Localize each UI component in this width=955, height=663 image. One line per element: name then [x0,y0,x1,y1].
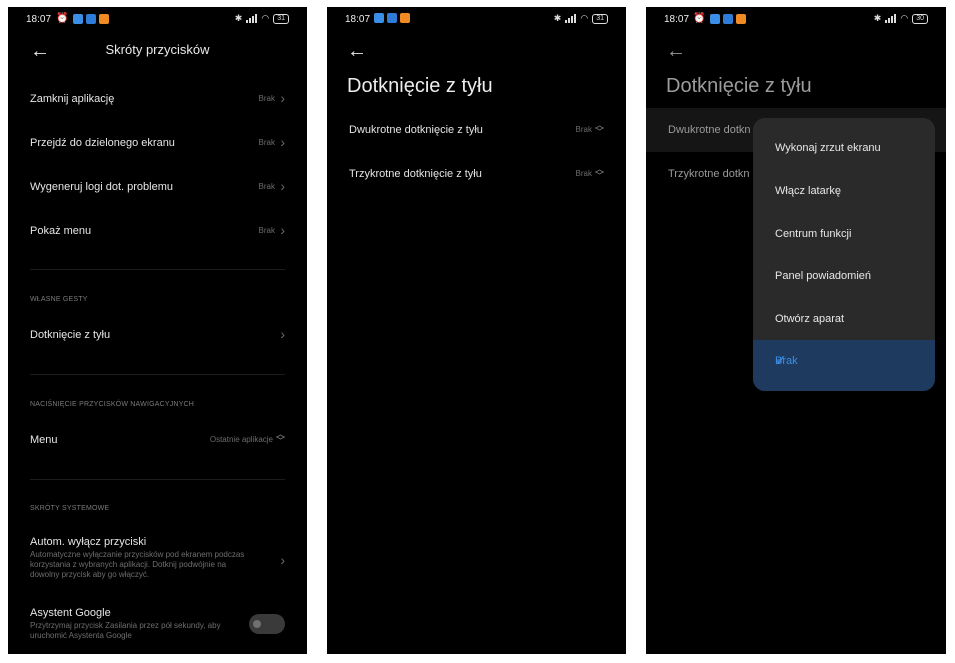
app-notification-icon [736,13,747,24]
page-title: Skróty przycisków [105,42,210,57]
row-value: Brak [575,169,592,178]
app-notification-icon [400,13,410,23]
wifi-icon: ◠ [580,13,589,23]
up-down-chevron-icon: ︿ ﹀ [275,429,285,446]
back-arrow-icon[interactable]: ← [666,40,686,63]
google-assistant-toggle[interactable] [249,614,285,634]
alarm-icon: ⏰ [56,13,69,24]
checkmark-icon: ✓ [775,352,787,368]
status-bar: 18:07 ⏰ ✱ ◠ 30 [646,7,946,33]
option-notification-panel[interactable]: Panel powiadomień [753,255,935,298]
row-value: Brak [258,226,275,235]
row-split-screen[interactable]: Przejdź do dzielonego ekranu Brak › [30,134,285,150]
chevron-right-icon: › [280,134,285,150]
row-label: Przejdź do dzielonego ekranu [30,137,175,149]
row-label: Zamknij aplikację [30,93,115,105]
row-description: Przytrzymaj przycisk Zasilania przez pół… [30,621,221,640]
system-icons: ✱ ◠ 31 [554,13,608,24]
page-title: Dotknięcie z tyłu [347,75,493,97]
bluetooth-icon: ✱ [234,13,243,23]
app-notification-icon [99,13,110,24]
row-show-menu[interactable]: Pokaż menu Brak › [30,222,285,238]
status-bar: 18:07 ⏰ ✱ ◠ 31 [8,7,307,33]
option-open-camera[interactable]: Otwórz aparat [753,298,935,341]
divider [30,479,285,480]
app-notification-icon [723,13,734,24]
row-back-tap[interactable]: Dotknięcie z tyłu › [30,326,285,342]
row-menu[interactable]: Menu Ostatnie aplikacje ︿ ﹀ [30,429,285,447]
option-control-center[interactable]: Centrum funkcji [753,213,935,256]
row-label: Dwukrotne dotkn [668,124,751,136]
divider [30,374,285,375]
phone-screen-button-shortcuts: 18:07 ⏰ ✱ ◠ 31 ← Skróty przycisków Zamkn… [8,7,307,654]
chevron-right-icon: › [280,552,285,568]
row-value: Brak [575,125,592,134]
option-flashlight[interactable]: Włącz latarkę [753,170,935,213]
section-header-system-shortcuts: SKRÓTY SYSTEMOWE [30,505,110,512]
row-value: Ostatnie aplikacje [209,435,273,444]
row-value: Brak [258,138,275,147]
chevron-right-icon: › [280,222,285,238]
row-description: Automatyczne wyłączanie przycisków pod e… [30,550,245,579]
battery-icon: 30 [912,13,928,24]
page-title: Dotknięcie z tyłu [666,75,812,97]
up-down-chevron-icon: ︿ ﹀ [594,164,604,181]
row-double-tap[interactable]: Dwukrotne dotknięcie z tyłu Brak ︿ ﹀ [349,120,604,137]
app-notification-icon [374,13,384,23]
phone-screen-back-tap-dropdown: 18:07 ⏰ ✱ ◠ 30 ← Dotknięcie z tyłu Dwukr… [646,7,946,654]
toggle-knob [253,620,261,628]
row-label: Dwukrotne dotknięcie z tyłu [349,124,483,136]
bluetooth-icon: ✱ [873,13,882,23]
row-label: Wygeneruj logi dot. problemu [30,181,173,193]
option-none-selected[interactable]: Brak ✓ [753,340,935,391]
section-header-gestures: WŁASNE GESTY [30,296,88,303]
notification-icons: ⏰ [693,13,747,24]
row-label: Trzykrotne dotkn [668,168,750,180]
row-title: Asystent Google [30,607,111,619]
app-notification-icon [387,13,397,23]
options-dropdown: Wykonaj zrzut ekranu Włącz latarkę Centr… [753,118,935,391]
app-notification-icon [86,13,97,24]
row-generate-logs[interactable]: Wygeneruj logi dot. problemu Brak › [30,178,285,194]
row-triple-tap[interactable]: Trzykrotne dotknięcie z tyłu Brak ︿ ﹀ [349,164,604,181]
row-label: Dotknięcie z tyłu [30,329,111,341]
battery-icon: 31 [273,13,289,24]
chevron-right-icon: › [280,178,285,194]
status-time: 18:07 [664,14,690,25]
phone-screen-back-tap: 18:07 ✱ ◠ 31 ← Dotknięcie z tyłu Dwukrot… [327,7,626,654]
row-title: Autom. wyłącz przyciski [30,536,147,548]
row-label: Pokaż menu [30,225,92,237]
notification-icons [374,13,410,23]
status-time: 18:07 [26,14,52,25]
row-value: Brak [258,94,275,103]
back-arrow-icon[interactable]: ← [347,40,367,63]
divider [30,269,285,270]
row-value: Brak [258,182,275,191]
wifi-icon: ◠ [900,13,909,23]
app-notification-icon [710,13,721,24]
option-screenshot[interactable]: Wykonaj zrzut ekranu [753,127,935,170]
row-label: Trzykrotne dotknięcie z tyłu [349,168,482,180]
notification-icons: ⏰ [56,13,110,24]
wifi-icon: ◠ [261,13,270,23]
chevron-right-icon: › [280,90,285,106]
chevron-right-icon: › [280,326,285,342]
status-time: 18:07 [345,14,371,25]
status-bar: 18:07 ✱ ◠ 31 [327,7,626,33]
bluetooth-icon: ✱ [553,13,562,23]
signal-icon [885,14,897,23]
row-label: Menu [30,434,58,446]
row-close-app[interactable]: Zamknij aplikację Brak › [30,90,285,106]
section-header-nav-buttons: NACIŚNIĘCIE PRZYCISKÓW NAWIGACYJNYCH [30,401,195,408]
signal-icon [246,14,258,23]
up-down-chevron-icon: ︿ ﹀ [594,120,604,137]
system-icons: ✱ ◠ 30 [874,13,928,24]
app-notification-icon [73,13,84,24]
alarm-icon: ⏰ [693,13,706,24]
system-icons: ✱ ◠ 31 [235,13,289,24]
signal-icon [565,14,577,23]
battery-icon: 31 [592,13,608,24]
